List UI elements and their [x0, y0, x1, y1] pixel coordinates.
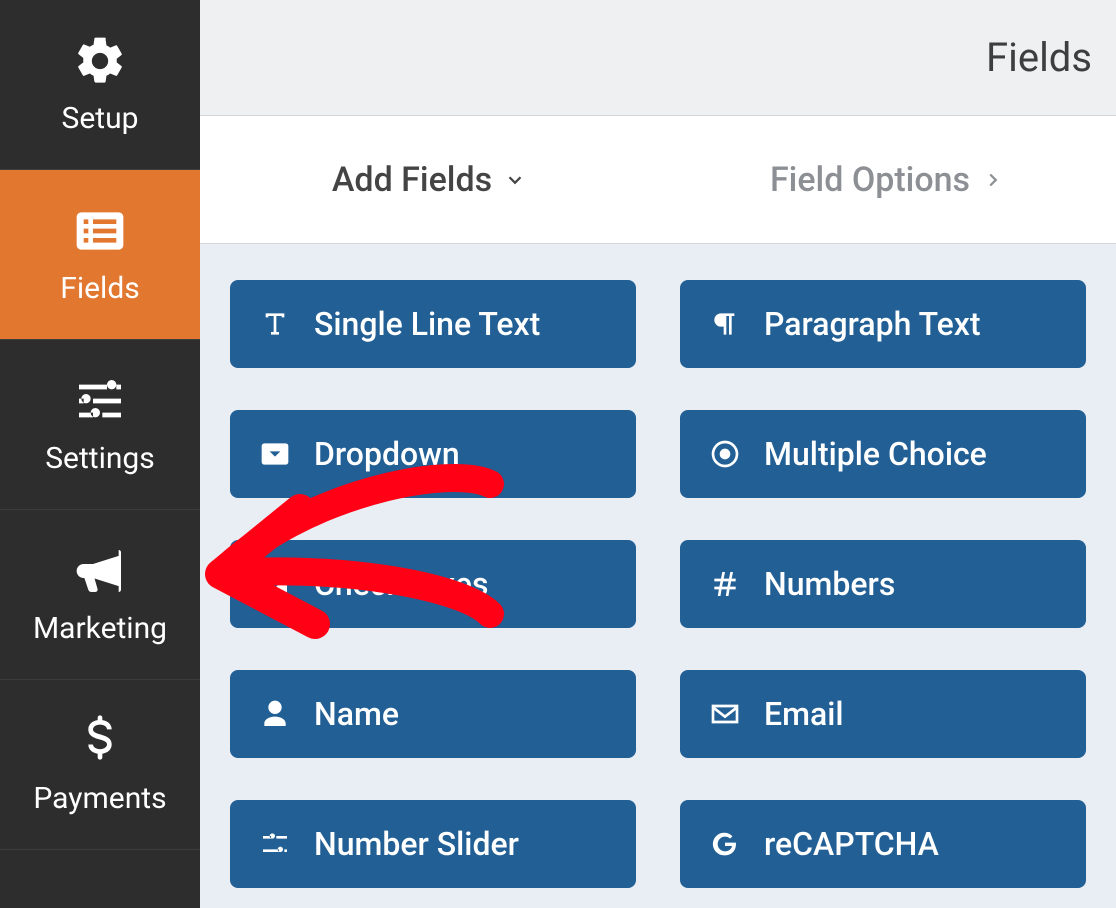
envelope-icon: [708, 697, 742, 731]
g-icon: [708, 827, 742, 861]
field-label: Checkboxes: [314, 565, 488, 603]
dropdown-icon: [258, 437, 292, 471]
sidebar-item-label: Fields: [60, 271, 139, 306]
chevron-right-icon: [982, 169, 1004, 191]
tab-field-options[interactable]: Field Options: [658, 116, 1116, 243]
field-label: Name: [314, 695, 399, 733]
field-multiple-choice[interactable]: Multiple Choice: [680, 410, 1086, 498]
panel-title: Fields: [986, 34, 1092, 81]
field-button-grid: Single Line Text Paragraph Text Dropdown…: [200, 244, 1116, 908]
sidebar-item-label: Payments: [33, 781, 166, 816]
field-list-scroll[interactable]: Single Line Text Paragraph Text Dropdown…: [200, 244, 1116, 908]
sidebar-item-label: Marketing: [33, 611, 167, 646]
field-label: Numbers: [764, 565, 895, 603]
field-label: Paragraph Text: [764, 305, 981, 343]
tab-add-fields[interactable]: Add Fields: [200, 116, 658, 243]
sidebar: Setup Fields Settings Marketing Payments: [0, 0, 200, 908]
field-single-line-text[interactable]: Single Line Text: [230, 280, 636, 368]
field-label: Single Line Text: [314, 305, 540, 343]
gear-icon: [72, 33, 128, 89]
chevron-down-icon: [504, 169, 526, 191]
checkbox-icon: [258, 567, 292, 601]
text-icon: [258, 307, 292, 341]
sidebar-item-marketing[interactable]: Marketing: [0, 510, 200, 680]
sidebar-item-label: Setup: [62, 101, 139, 136]
field-label: Dropdown: [314, 435, 460, 473]
main-panel: Fields Add Fields Field Options Single L…: [200, 0, 1116, 908]
sliders-icon: [72, 373, 128, 429]
field-dropdown[interactable]: Dropdown: [230, 410, 636, 498]
panel-title-bar: Fields: [200, 0, 1116, 116]
tabs: Add Fields Field Options: [200, 116, 1116, 244]
sidebar-item-fields[interactable]: Fields: [0, 170, 200, 340]
field-name[interactable]: Name: [230, 670, 636, 758]
field-label: Number Slider: [314, 825, 519, 863]
field-paragraph-text[interactable]: Paragraph Text: [680, 280, 1086, 368]
field-label: Email: [764, 695, 844, 733]
sidebar-item-label: Settings: [45, 441, 155, 476]
paragraph-icon: [708, 307, 742, 341]
user-icon: [258, 697, 292, 731]
field-label: Multiple Choice: [764, 435, 987, 473]
field-label: reCAPTCHA: [764, 825, 939, 863]
field-numbers[interactable]: Numbers: [680, 540, 1086, 628]
radio-icon: [708, 437, 742, 471]
list-icon: [72, 203, 128, 259]
field-number-slider[interactable]: Number Slider: [230, 800, 636, 888]
hash-icon: [708, 567, 742, 601]
bullhorn-icon: [72, 543, 128, 599]
sidebar-item-payments[interactable]: Payments: [0, 680, 200, 850]
sidebar-item-settings[interactable]: Settings: [0, 340, 200, 510]
field-checkboxes[interactable]: Checkboxes: [230, 540, 636, 628]
slider-icon: [258, 827, 292, 861]
field-email[interactable]: Email: [680, 670, 1086, 758]
field-recaptcha[interactable]: reCAPTCHA: [680, 800, 1086, 888]
sidebar-item-setup[interactable]: Setup: [0, 0, 200, 170]
tab-label: Add Fields: [332, 160, 492, 200]
tab-label: Field Options: [770, 160, 970, 200]
dollar-icon: [72, 713, 128, 769]
